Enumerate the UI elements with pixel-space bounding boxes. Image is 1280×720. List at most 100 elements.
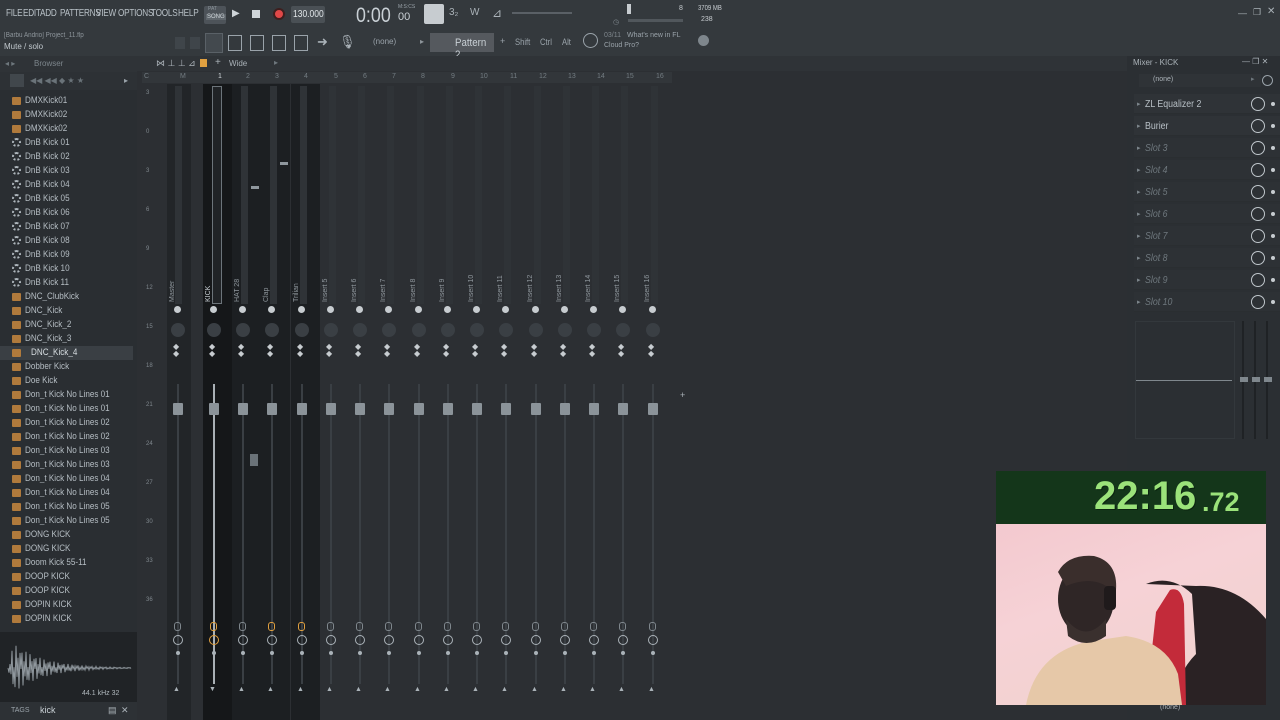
mixer-strip[interactable]: Insert 9 ◆ ◆ ▲ [437,84,466,720]
fx-toggle-icon[interactable] [532,622,539,631]
fx-toggle-icon[interactable] [239,622,246,631]
news-icon[interactable] [583,33,598,48]
stereo-knob[interactable] [353,323,367,337]
slot-mix-knob[interactable] [1251,97,1265,111]
browser-item[interactable]: DOPIN KICK [0,598,133,612]
mute-button[interactable] [589,635,599,645]
browser-item[interactable]: Don_t Kick No Lines 03 [0,444,133,458]
volume-fader[interactable] [384,403,394,415]
volume-fader[interactable] [267,403,277,415]
pan-knob[interactable] [561,306,568,313]
send-arrow-icon[interactable]: ▲ [560,686,567,693]
record-arm-led[interactable] [563,651,567,655]
volume-fader[interactable] [560,403,570,415]
collapse-icon[interactable]: ◀◀ ◀◀ ◆ ★ ★ [30,76,84,85]
pan-knob[interactable] [239,306,246,313]
browser-item[interactable]: DnB Kick 07 [0,220,133,234]
ctrl-key[interactable]: Ctrl [540,37,552,47]
stereo-knob[interactable] [470,323,484,337]
slot-enable-led[interactable] [1271,234,1275,238]
mixer-strip[interactable]: KICK ◆ ◆ ▼ [203,84,232,720]
tags-menu-icon[interactable]: ▤ [108,705,117,716]
mute-button[interactable] [501,635,511,645]
mixer-strip[interactable]: Insert 7 ◆ ◆ ▲ [378,84,407,720]
record-arm-led[interactable] [621,651,625,655]
stereo-knob[interactable] [616,323,630,337]
browser-item[interactable]: DnB Kick 11 [0,276,133,290]
browser-item[interactable]: DnB Kick 05 [0,192,133,206]
browser-item[interactable]: DnB Kick 02 [0,150,133,164]
stereo-knob[interactable] [587,323,601,337]
volume-fader[interactable] [414,403,424,415]
browser-item[interactable]: Don_t Kick No Lines 05 [0,514,133,528]
metronome-icon[interactable]: ⊿ [492,6,502,20]
snap-icon[interactable] [175,37,185,49]
stereo-knob[interactable] [558,323,572,337]
send-arrow-icon[interactable]: ▲ [531,686,538,693]
browser-item[interactable]: DnB Kick 08 [0,234,133,248]
browser-toggle-icon[interactable] [272,35,286,51]
stereo-knob[interactable] [412,323,426,337]
add-pattern-icon[interactable]: + [500,36,505,46]
send-arrow-icon[interactable]: ▲ [648,686,655,693]
output-value[interactable]: (none) [1160,704,1180,711]
effect-slot[interactable]: ▸ Slot 6 [1134,204,1280,224]
mixer-strip[interactable]: Insert 10 ◆ ◆ ▲ [466,84,495,720]
pattern-prev-icon[interactable]: ▸ [420,37,424,46]
record-arm-led[interactable] [212,651,216,655]
slot-mix-knob[interactable] [1251,119,1265,133]
mixer-strip[interactable]: Clap ◆ ◆ ▲ [261,84,290,720]
pan-knob[interactable] [385,306,392,313]
slot-mix-knob[interactable] [1251,163,1265,177]
menu-item-edit[interactable]: EDIT [23,8,41,19]
send-arrow-icon[interactable]: ▲ [443,686,450,693]
fx-toggle-icon[interactable] [298,622,305,631]
browser-expand-icon[interactable]: ▸ [124,76,128,85]
browser-item[interactable]: DOPIN KICK [0,612,133,626]
mixer-strip[interactable]: Insert 14 ◆ ◆ ▲ [583,84,612,720]
slot-mix-knob[interactable] [1251,229,1265,243]
volume-fader[interactable] [173,403,183,415]
fx-toggle-icon[interactable] [327,622,334,631]
record-button[interactable] [273,8,285,20]
browser-item[interactable]: Don_t Kick No Lines 04 [0,486,133,500]
time-display[interactable]: 0:00 00 M:S:CS [356,2,418,28]
route-arrows-icon[interactable]: ◆ ◆ [560,343,566,358]
stop-button[interactable] [252,10,260,18]
stereo-knob[interactable] [529,323,543,337]
stereo-knob[interactable] [171,323,185,337]
browser-item[interactable]: Doom Kick 55-11 [0,556,133,570]
route-arrows-icon[interactable]: ◆ ◆ [355,343,361,358]
route-arrows-icon[interactable]: ◆ ◆ [589,343,595,358]
mute-button[interactable] [648,635,658,645]
volume-fader[interactable] [531,403,541,415]
record-arm-led[interactable] [241,651,245,655]
send-arrow-icon[interactable]: ▲ [501,686,508,693]
tags-clear-icon[interactable]: ✕ [121,705,129,716]
online-icon[interactable] [698,35,709,46]
panel-settings-icon[interactable] [1262,75,1273,86]
effect-slot[interactable]: ▸ Slot 7 [1134,226,1280,246]
mute-button[interactable] [173,635,183,645]
browser-item[interactable]: Dobber Kick [0,360,133,374]
record-arm-led[interactable] [300,651,304,655]
browser-item[interactable]: DnB Kick 06 [0,206,133,220]
mixer-strip[interactable]: Insert 6 ◆ ◆ ▲ [349,84,378,720]
slot-mix-knob[interactable] [1251,273,1265,287]
record-arm-led[interactable] [358,651,362,655]
volume-fader[interactable] [238,403,248,415]
record-arm-led[interactable] [387,651,391,655]
pan-knob[interactable] [473,306,480,313]
mute-button[interactable] [560,635,570,645]
fx-toggle-icon[interactable] [444,622,451,631]
record-arm-led[interactable] [651,651,655,655]
mute-button[interactable] [443,635,453,645]
browser-item[interactable]: DnB Kick 03 [0,164,133,178]
route-arrows-icon[interactable]: ◆ ◆ [209,343,215,358]
stereo-knob[interactable] [295,323,309,337]
browser-item[interactable]: DnB Kick 10 [0,262,133,276]
volume-fader[interactable] [297,403,307,415]
browser-item[interactable]: DOOP KICK [0,570,133,584]
mute-button[interactable] [238,635,248,645]
slot-mix-knob[interactable] [1251,207,1265,221]
